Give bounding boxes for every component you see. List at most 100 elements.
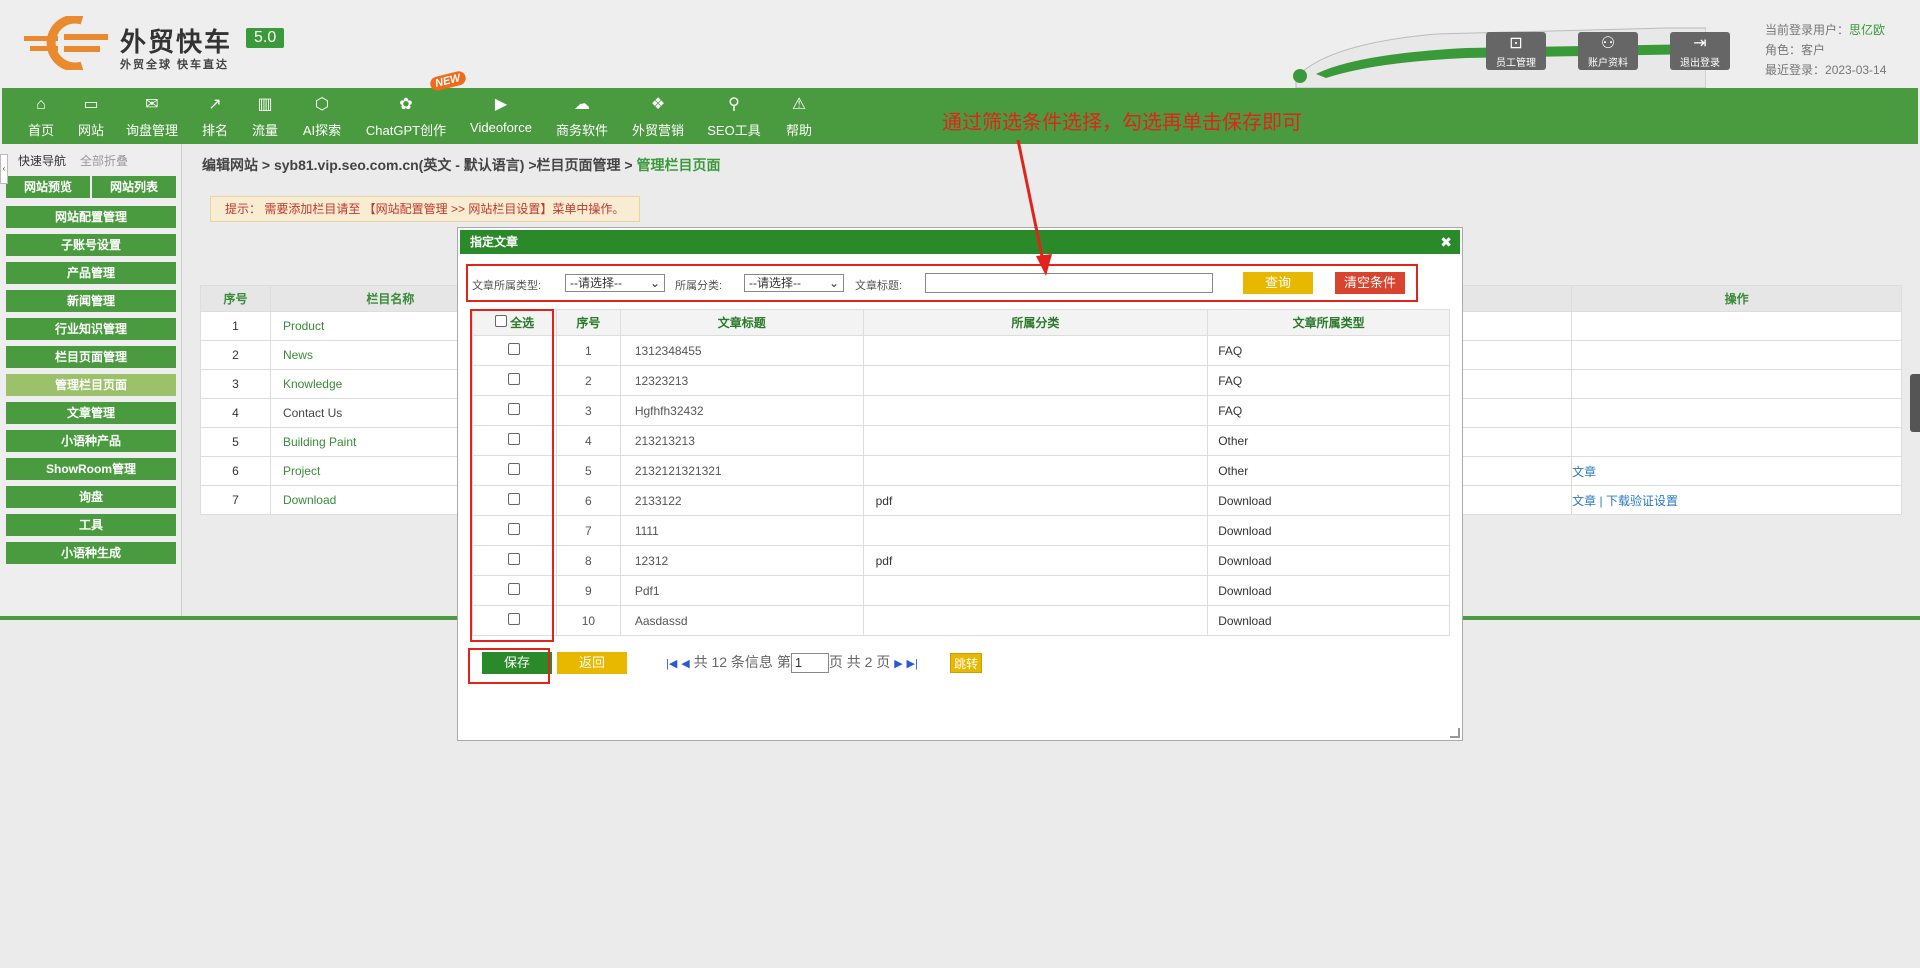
site-preview-button[interactable]: 网站预览 xyxy=(6,176,90,198)
sidebar-item-tools[interactable]: 工具 xyxy=(6,514,176,536)
role-value: 客户 xyxy=(1801,43,1826,57)
current-user-label: 当前登录用户： xyxy=(1765,23,1850,37)
nav-inquiry-label: 询盘管理 xyxy=(125,123,178,138)
row-type: Download xyxy=(1207,575,1450,606)
nav-ai-explore[interactable]: ⬡ AI探索 xyxy=(300,94,344,139)
article-table: 全选 序号 文章标题 所属分类 文章所属类型 1 1312348455 FAQ 21… xyxy=(472,309,1450,636)
row-title: 1312348455 xyxy=(619,335,864,366)
nav-ranking[interactable]: ↗ 排名 xyxy=(198,94,232,139)
row-no: 3 xyxy=(200,369,271,399)
sidebar-item-showroom[interactable]: ShowRoom管理 xyxy=(6,458,176,480)
row-category xyxy=(862,515,1209,546)
sidebar-item-minor-language-products[interactable]: 小语种产品 xyxy=(6,430,176,452)
account-info-button[interactable]: ⚇ 账户资料 xyxy=(1578,32,1638,70)
logo-icon xyxy=(24,16,108,70)
instruction-annotation: 通过筛选条件选择，勾选再单击保存即可 xyxy=(942,112,1302,134)
row-ops[interactable] xyxy=(1571,311,1902,341)
first-page-icon[interactable]: |◀ xyxy=(666,658,677,670)
site-list-button[interactable]: 网站列表 xyxy=(92,176,176,198)
row-category xyxy=(862,395,1209,426)
nav-inquiry[interactable]: ✉ 询盘管理 xyxy=(124,94,180,139)
last-login-value: 2023-03-14 xyxy=(1825,63,1887,77)
row-ops[interactable] xyxy=(1571,427,1902,457)
breadcrumb-path[interactable]: 编辑网站 > syb81.vip.seo.com.cn(英文 - 默认语言) >… xyxy=(202,157,636,173)
close-icon[interactable]: ✖ xyxy=(1440,230,1452,254)
sidebar-item-manage-column-pages[interactable]: 管理栏目页面 xyxy=(6,374,176,396)
collapse-all-link[interactable]: 全部折叠 xyxy=(80,152,128,169)
sidebar-item-column-pages[interactable]: 栏目页面管理 xyxy=(6,346,176,368)
row-category xyxy=(862,605,1209,636)
row-ops[interactable]: 文章 xyxy=(1571,456,1902,486)
row-no: 1 xyxy=(200,311,271,341)
table-row: 6 2133122 pdf Download xyxy=(472,485,1450,516)
breadcrumb: 编辑网站 > syb81.vip.seo.com.cn(英文 - 默认语言) >… xyxy=(202,155,720,175)
row-no: 5 xyxy=(200,427,271,457)
prev-page-icon[interactable]: ◀ xyxy=(681,658,689,670)
sidebar-item-news[interactable]: 新闻管理 xyxy=(6,290,176,312)
last-page-icon[interactable]: ▶| xyxy=(907,658,918,670)
nav-ai-explore-label: AI探索 xyxy=(302,123,342,138)
ai-icon: ⬡ xyxy=(315,96,329,113)
logout-label: 退出登录 xyxy=(1680,58,1720,69)
row-category: pdf xyxy=(862,485,1209,516)
sidebar-item-articles[interactable]: 文章管理 xyxy=(6,402,176,424)
table-row: 1 1312348455 FAQ xyxy=(472,335,1450,366)
page-number-input[interactable]: 1 xyxy=(790,653,829,674)
jump-button[interactable]: 跳转 xyxy=(950,653,982,673)
last-login-label: 最近登录： xyxy=(1765,63,1826,77)
mail-icon: ✉ xyxy=(145,96,159,113)
resize-handle-icon[interactable] xyxy=(1450,728,1460,738)
row-title: Hgfhfh32432 xyxy=(619,395,864,426)
nav-seo-tools[interactable]: ⚲ SEO工具 xyxy=(706,94,762,139)
row-no: 4 xyxy=(200,398,271,428)
chatgpt-icon: ✿ xyxy=(399,96,413,113)
pager-summary-post: 页 共 2 页 xyxy=(828,654,895,670)
logout-button[interactable]: ⇥ 退出登录 xyxy=(1670,32,1730,70)
user-info: 当前登录用户：思亿欧 角色：客户 最近登录：2023-03-14 xyxy=(1765,20,1886,80)
nav-help[interactable]: ⚠ 帮助 xyxy=(782,94,816,139)
nav-videoforce[interactable]: ▶ Videoforce xyxy=(468,94,534,135)
sidebar-item-inquiry[interactable]: 询盘 xyxy=(6,486,176,508)
nav-help-label: 帮助 xyxy=(785,123,812,138)
sidebar-item-sub-account[interactable]: 子账号设置 xyxy=(6,234,176,256)
row-type: Other xyxy=(1207,425,1450,456)
row-title: Aasdassd xyxy=(619,605,864,636)
sidebar-item-knowledge[interactable]: 行业知识管理 xyxy=(6,318,176,340)
table-row: 10 Aasdassd Download xyxy=(472,605,1450,636)
row-category xyxy=(862,455,1209,486)
table-row: 9 Pdf1 Download xyxy=(472,575,1450,606)
nav-home[interactable]: ⌂ 首页 xyxy=(24,94,58,139)
row-no: 3 xyxy=(555,395,621,426)
nav-chatgpt[interactable]: ✿ ChatGPT创作 xyxy=(364,94,448,139)
nav-videoforce-label: Videoforce xyxy=(470,120,532,135)
back-button[interactable]: 返回 xyxy=(557,652,627,674)
quick-nav-label: 快速导航 xyxy=(18,154,67,168)
row-type: Download xyxy=(1207,605,1450,636)
filter-highlight-box xyxy=(466,264,1418,302)
table-row: 5 2132121321321 Other xyxy=(472,455,1450,486)
nav-marketing[interactable]: ❖ 外贸营销 xyxy=(630,94,686,139)
checkbox-highlight-box xyxy=(470,309,554,642)
nav-home-label: 首页 xyxy=(27,123,54,138)
nav-business-software[interactable]: ☁ 商务软件 xyxy=(554,94,610,139)
sidebar-item-site-config[interactable]: 网站配置管理 xyxy=(6,206,176,228)
row-type: FAQ xyxy=(1207,365,1450,396)
current-user-name[interactable]: 思亿欧 xyxy=(1849,23,1885,37)
row-ops[interactable]: 文章 | 下载验证设置 xyxy=(1571,485,1902,515)
sidebar-item-minor-language-generate[interactable]: 小语种生成 xyxy=(6,542,176,564)
staff-icon: ⊡ xyxy=(1509,35,1523,52)
row-ops[interactable] xyxy=(1571,340,1902,370)
header: 外贸快车 5.0 外贸全球 快车直达 ⊡ 员工管理 ⚇ 账户资料 ⇥ 退出登录 … xyxy=(0,0,1920,88)
sidebar-toggle[interactable]: ‹ xyxy=(0,154,8,184)
staff-management-button[interactable]: ⊡ 员工管理 xyxy=(1486,32,1546,70)
brand-name: 外贸快车 xyxy=(120,27,233,57)
row-no: 6 xyxy=(555,485,621,516)
row-title: 2133122 xyxy=(619,485,864,516)
row-ops[interactable] xyxy=(1571,369,1902,399)
row-ops[interactable] xyxy=(1571,398,1902,428)
nav-website[interactable]: ▭ 网站 xyxy=(74,94,108,139)
sidebar-item-products[interactable]: 产品管理 xyxy=(6,262,176,284)
nav-traffic[interactable]: ▥ 流量 xyxy=(248,94,282,139)
side-tab[interactable] xyxy=(1910,374,1920,432)
next-page-icon[interactable]: ▶ xyxy=(894,658,902,670)
